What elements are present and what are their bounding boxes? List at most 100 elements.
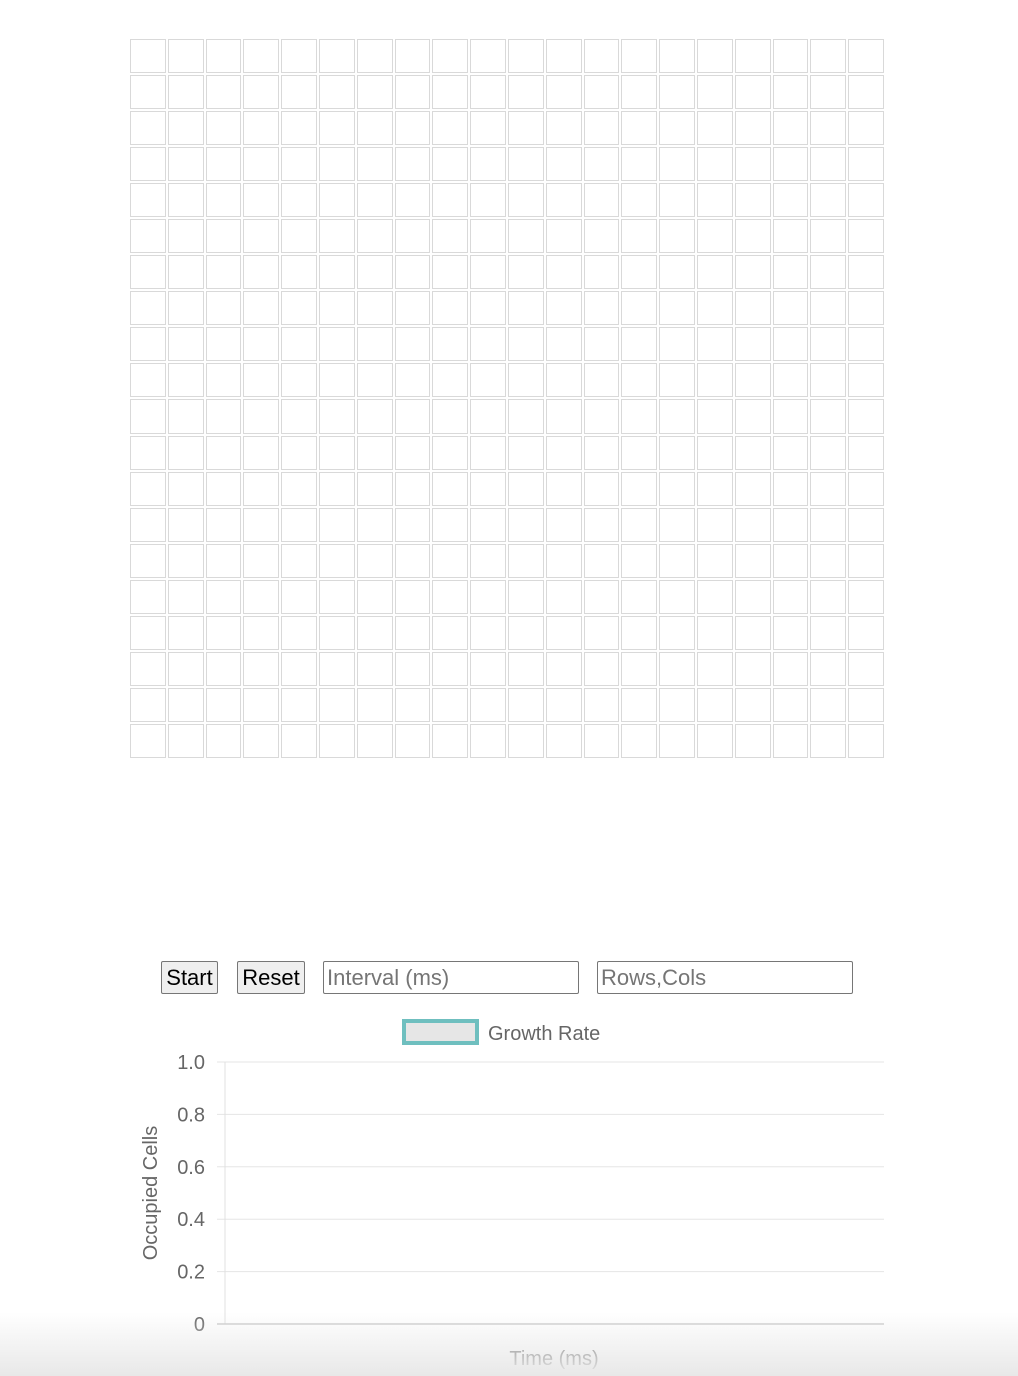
grid-cell[interactable] xyxy=(167,111,204,146)
grid-cell[interactable] xyxy=(621,39,658,74)
grid-cell[interactable] xyxy=(734,507,771,542)
grid-cell[interactable] xyxy=(394,651,431,686)
grid-cell[interactable] xyxy=(696,687,733,722)
grid-cell[interactable] xyxy=(696,75,733,110)
grid-cell[interactable] xyxy=(507,255,544,290)
grid-cell[interactable] xyxy=(243,579,280,614)
grid-cell[interactable] xyxy=(696,147,733,182)
grid-cell[interactable] xyxy=(318,471,355,506)
grid-cell[interactable] xyxy=(734,435,771,470)
grid-cell[interactable] xyxy=(545,543,582,578)
grid-cell[interactable] xyxy=(696,579,733,614)
grid-cell[interactable] xyxy=(848,687,884,722)
grid-cell[interactable] xyxy=(507,579,544,614)
grid-cell[interactable] xyxy=(621,687,658,722)
grid-cell[interactable] xyxy=(734,471,771,506)
grid-cell[interactable] xyxy=(734,399,771,434)
grid-cell[interactable] xyxy=(659,327,695,362)
grid-cell[interactable] xyxy=(621,543,658,578)
grid-cell[interactable] xyxy=(205,687,242,722)
grid-cell[interactable] xyxy=(470,327,506,362)
grid-cell[interactable] xyxy=(659,543,695,578)
grid-cell[interactable] xyxy=(621,399,658,434)
grid-cell[interactable] xyxy=(734,183,771,218)
grid-cell[interactable] xyxy=(356,651,393,686)
grid-cell[interactable] xyxy=(810,291,847,326)
grid-cell[interactable] xyxy=(243,543,280,578)
grid-cell[interactable] xyxy=(810,75,847,110)
grid-cell[interactable] xyxy=(394,291,431,326)
grid-cell[interactable] xyxy=(810,39,847,74)
grid-cell[interactable] xyxy=(356,543,393,578)
grid-cell[interactable] xyxy=(545,255,582,290)
grid-cell[interactable] xyxy=(810,579,847,614)
grid-cell[interactable] xyxy=(734,327,771,362)
grid-cell[interactable] xyxy=(848,291,884,326)
grid-cell[interactable] xyxy=(545,183,582,218)
grid-cell[interactable] xyxy=(848,147,884,182)
grid-cell[interactable] xyxy=(470,435,506,470)
grid-cell[interactable] xyxy=(281,687,317,722)
grid-cell[interactable] xyxy=(243,327,280,362)
grid-cell[interactable] xyxy=(772,651,809,686)
grid-cell[interactable] xyxy=(281,579,317,614)
grid-cell[interactable] xyxy=(583,615,620,650)
grid-cell[interactable] xyxy=(545,327,582,362)
grid-cell[interactable] xyxy=(772,543,809,578)
grid-cell[interactable] xyxy=(281,147,317,182)
grid-cell[interactable] xyxy=(394,147,431,182)
grid-cell[interactable] xyxy=(394,363,431,398)
grid-cell[interactable] xyxy=(356,75,393,110)
grid-cell[interactable] xyxy=(318,291,355,326)
grid-cell[interactable] xyxy=(848,255,884,290)
grid-cell[interactable] xyxy=(394,111,431,146)
grid-cell[interactable] xyxy=(205,255,242,290)
grid-cell[interactable] xyxy=(621,75,658,110)
grid-cell[interactable] xyxy=(507,111,544,146)
grid-cell[interactable] xyxy=(696,291,733,326)
grid-cell[interactable] xyxy=(318,75,355,110)
grid-cell[interactable] xyxy=(130,39,166,74)
grid-cell[interactable] xyxy=(167,75,204,110)
grid-cell[interactable] xyxy=(848,723,884,758)
grid-cell[interactable] xyxy=(318,651,355,686)
grid-cell[interactable] xyxy=(470,219,506,254)
grid-cell[interactable] xyxy=(810,723,847,758)
grid-cell[interactable] xyxy=(507,435,544,470)
grid-cell[interactable] xyxy=(167,723,204,758)
grid-cell[interactable] xyxy=(659,507,695,542)
grid-cell[interactable] xyxy=(810,435,847,470)
grid-cell[interactable] xyxy=(734,615,771,650)
grid-cell[interactable] xyxy=(470,255,506,290)
grid-cell[interactable] xyxy=(205,291,242,326)
grid-cell[interactable] xyxy=(356,39,393,74)
grid-cell[interactable] xyxy=(848,543,884,578)
grid-cell[interactable] xyxy=(394,543,431,578)
grid-cell[interactable] xyxy=(659,363,695,398)
grid-cell[interactable] xyxy=(205,147,242,182)
grid-cell[interactable] xyxy=(318,255,355,290)
grid-cell[interactable] xyxy=(356,687,393,722)
grid-cell[interactable] xyxy=(545,147,582,182)
grid-cell[interactable] xyxy=(696,219,733,254)
grid-cell[interactable] xyxy=(432,255,469,290)
grid-cell[interactable] xyxy=(621,255,658,290)
grid-cell[interactable] xyxy=(356,111,393,146)
grid-cell[interactable] xyxy=(659,219,695,254)
grid-cell[interactable] xyxy=(621,219,658,254)
grid-cell[interactable] xyxy=(772,111,809,146)
grid-cell[interactable] xyxy=(545,363,582,398)
grid-cell[interactable] xyxy=(243,723,280,758)
grid-cell[interactable] xyxy=(130,363,166,398)
grid-cell[interactable] xyxy=(734,723,771,758)
grid-cell[interactable] xyxy=(659,615,695,650)
grid-cell[interactable] xyxy=(281,543,317,578)
grid-cell[interactable] xyxy=(130,435,166,470)
grid-cell[interactable] xyxy=(848,615,884,650)
grid-cell[interactable] xyxy=(659,291,695,326)
grid-cell[interactable] xyxy=(432,363,469,398)
grid-cell[interactable] xyxy=(205,615,242,650)
grid-cell[interactable] xyxy=(394,723,431,758)
grid-cell[interactable] xyxy=(130,147,166,182)
grid-cell[interactable] xyxy=(583,291,620,326)
